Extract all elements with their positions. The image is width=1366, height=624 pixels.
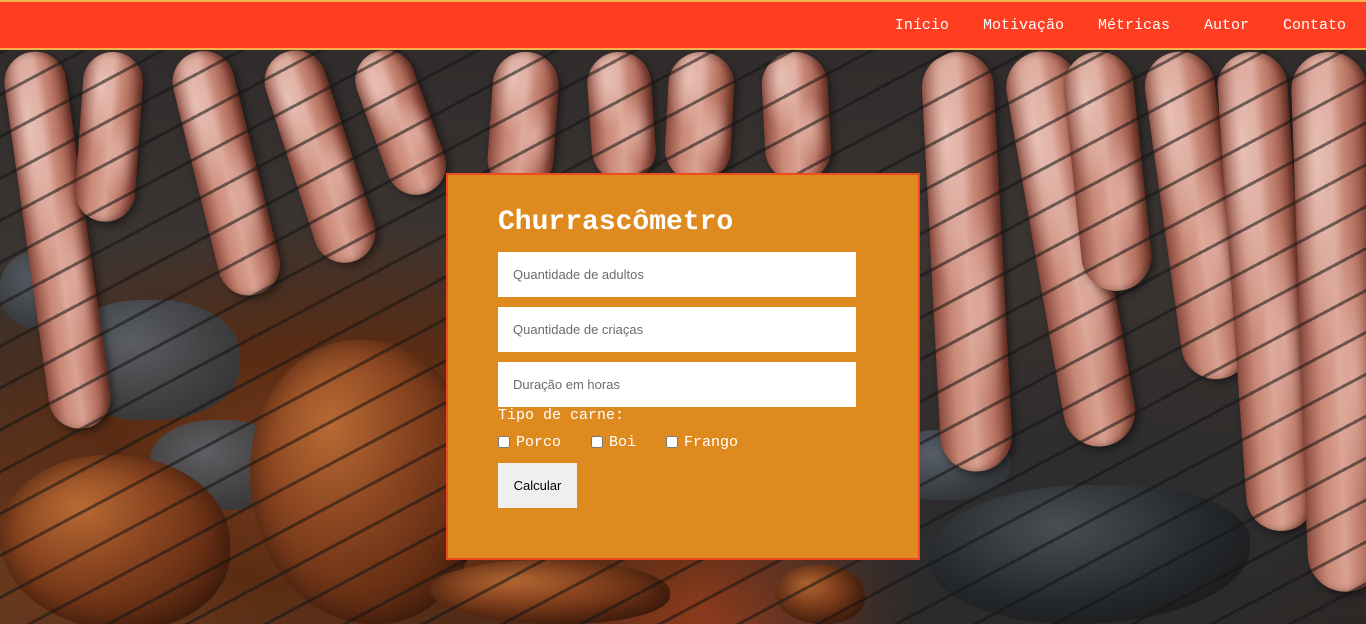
meat-option-frango[interactable]: Frango xyxy=(666,433,739,451)
nav-link-metricas[interactable]: Métricas xyxy=(1098,17,1170,34)
duration-hours-input[interactable] xyxy=(498,362,856,407)
calculate-button[interactable]: Calcular xyxy=(498,463,577,508)
boi-label: Boi xyxy=(609,434,637,451)
calculator-card: Churrascômetro Tipo de carne: Porco Boi … xyxy=(446,173,920,560)
meat-type-options: Porco Boi Frango xyxy=(498,433,768,451)
meat-option-boi[interactable]: Boi xyxy=(591,433,637,451)
boi-checkbox[interactable] xyxy=(591,435,604,448)
nav-link-inicio[interactable]: Início xyxy=(895,17,949,34)
nav-menu: Início Motivação Métricas Autor Contato xyxy=(861,2,1346,48)
porco-label: Porco xyxy=(516,434,562,451)
meat-type-label: Tipo de carne: xyxy=(498,407,625,424)
adults-quantity-input[interactable] xyxy=(498,252,856,297)
meat-option-porco[interactable]: Porco xyxy=(498,433,562,451)
calculator-title: Churrascômetro xyxy=(498,207,734,238)
top-navbar: Início Motivação Métricas Autor Contato xyxy=(0,0,1366,50)
nav-link-motivacao[interactable]: Motivação xyxy=(983,17,1064,34)
nav-link-autor[interactable]: Autor xyxy=(1204,17,1249,34)
nav-link-contato[interactable]: Contato xyxy=(1283,17,1346,34)
children-quantity-input[interactable] xyxy=(498,307,856,352)
porco-checkbox[interactable] xyxy=(498,435,510,448)
frango-label: Frango xyxy=(684,434,739,451)
frango-checkbox[interactable] xyxy=(666,435,679,448)
